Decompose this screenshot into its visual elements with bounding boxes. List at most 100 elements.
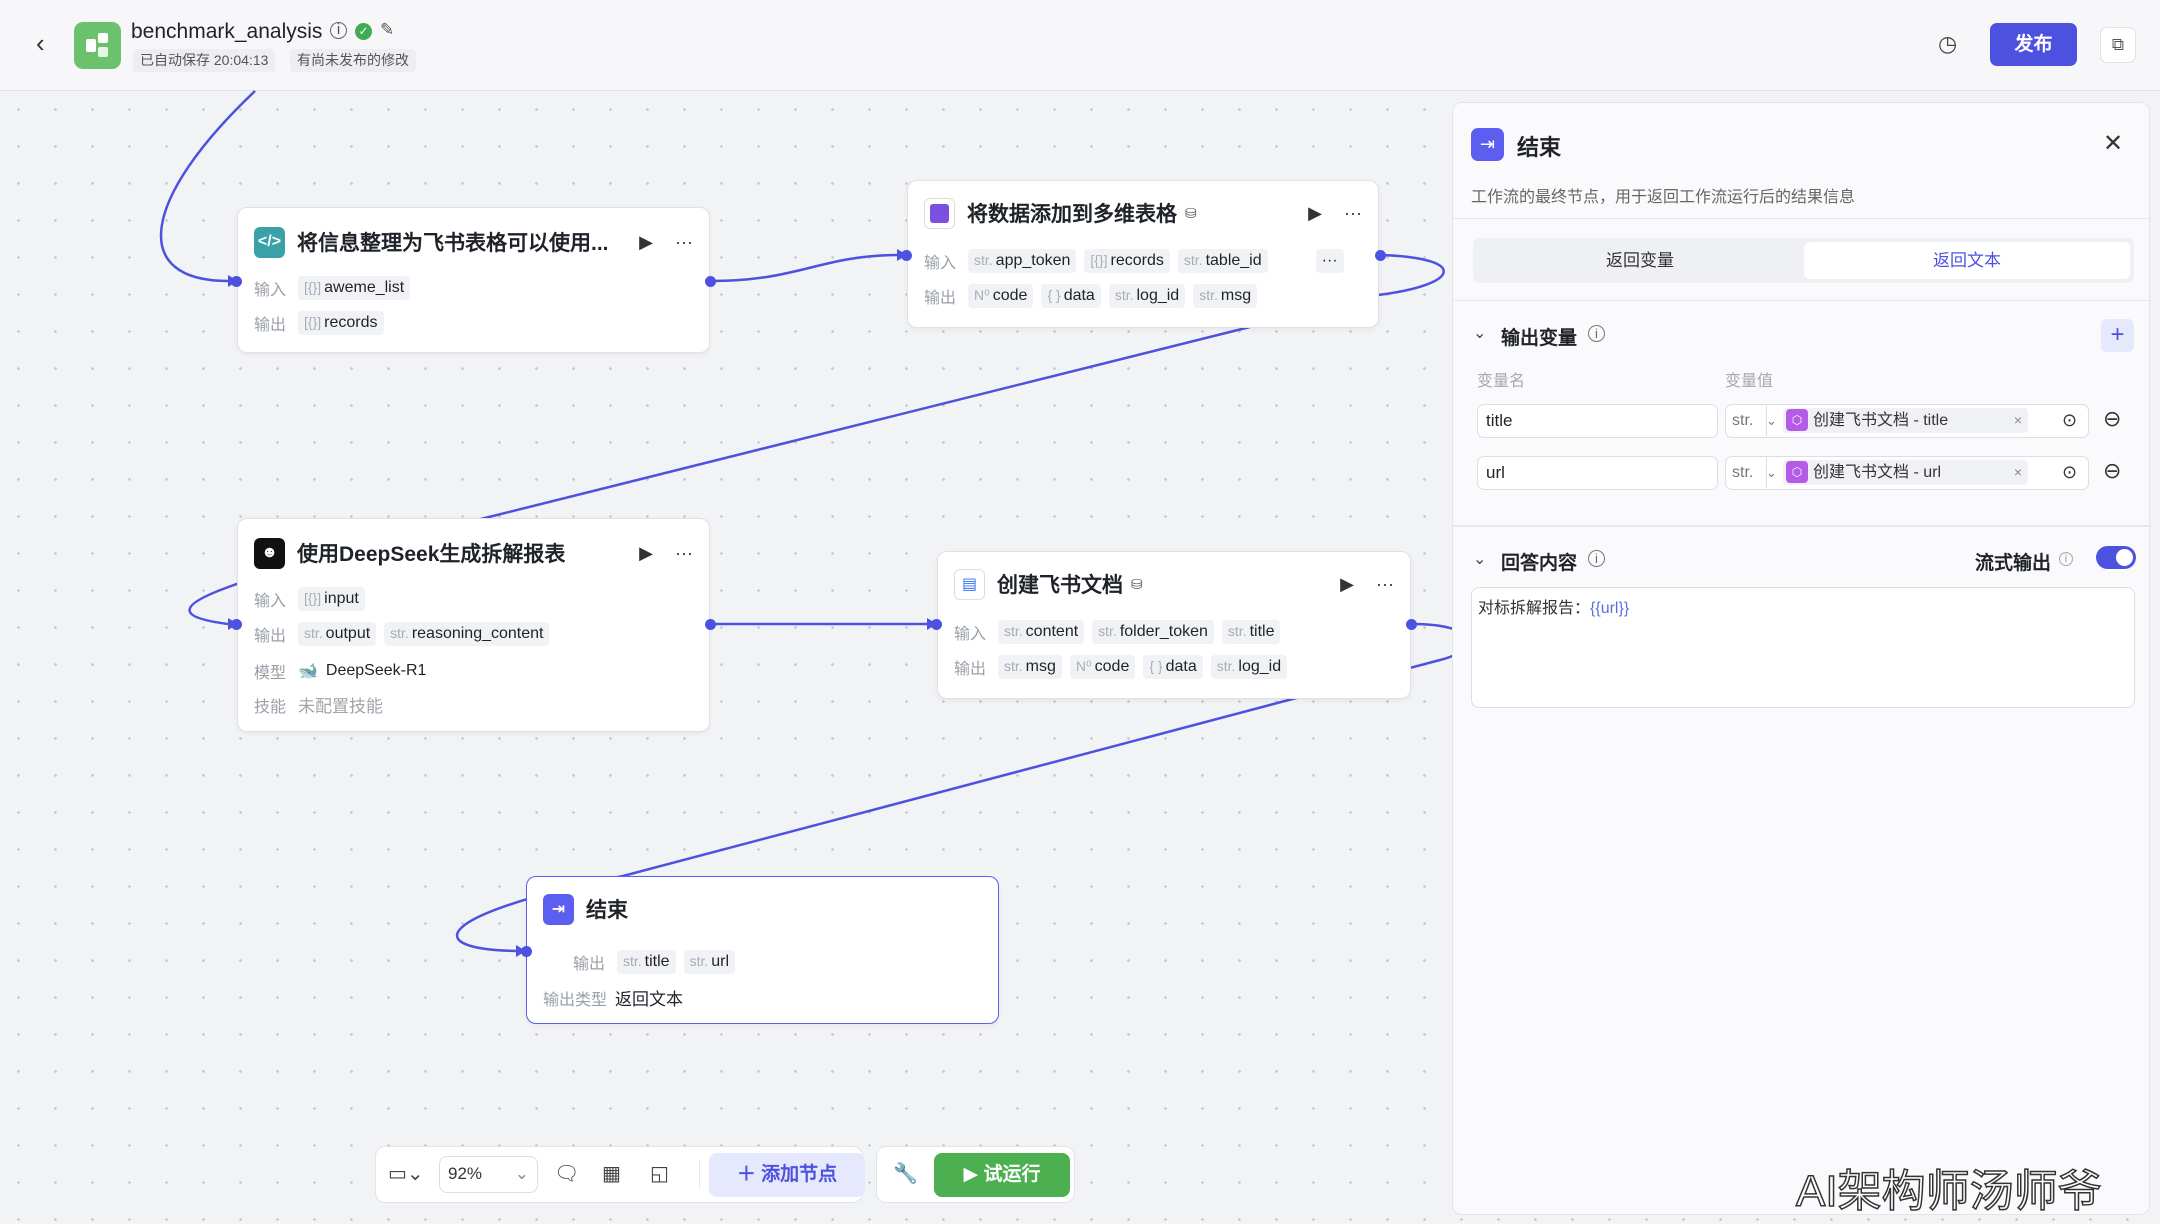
chevron-down-icon[interactable]: ⌄ — [1473, 323, 1486, 343]
node-title: 将信息整理为飞书表格可以使用... — [297, 232, 609, 255]
output-type-value: 返回文本 — [615, 990, 684, 1009]
type-select[interactable]: str. — [1732, 457, 1753, 488]
chevron-down-icon[interactable]: ⌄ — [1473, 549, 1486, 569]
param-chip: str. title — [1221, 620, 1281, 644]
output-port[interactable] — [705, 276, 716, 287]
add-node-button[interactable]: ＋ 添加节点 — [709, 1153, 865, 1197]
info-icon[interactable]: i — [1588, 550, 1605, 567]
info-icon[interactable]: i — [1588, 325, 1605, 342]
node-end[interactable]: ⇥ 结束 输出 str. title str. url 输出类型 返回文本 — [526, 876, 999, 1024]
run-icon[interactable]: ▶ — [1340, 574, 1354, 595]
input-label: 输入 — [254, 593, 287, 610]
node-title: 使用DeepSeek生成拆解报表 — [297, 543, 566, 566]
output-section-title: 输出变量 — [1501, 328, 1578, 349]
tab-bar: 返回变量 返回文本 — [1473, 238, 2134, 283]
run-toolbar: 🔧 ▶ 试运行 — [876, 1146, 1075, 1203]
variable-value-select[interactable]: str. ⌄ ⬡ 创建飞书文档 - title × ⊙ — [1725, 404, 2089, 438]
watermark: AI架构师汤师爷 — [1795, 1166, 2102, 1217]
output-port[interactable] — [1375, 250, 1386, 261]
plugin-cube-icon: ⬡ — [1786, 461, 1808, 483]
stream-output-label: 流式输出 — [1975, 553, 2052, 574]
node-format-data[interactable]: </> 将信息整理为飞书表格可以使用... ▶ ··· 输入 [{}] aweme_… — [237, 207, 710, 353]
model-name: DeepSeek-R1 — [325, 662, 427, 679]
node-deepseek[interactable]: ☻ 使用DeepSeek生成拆解报表 ▶ ··· 输入 [{}] input 输出 … — [237, 518, 710, 732]
play-icon: ▶ — [963, 1164, 984, 1185]
variable-name-input[interactable]: url — [1477, 456, 1718, 490]
param-chip: N⁰ code — [968, 284, 1034, 308]
tab-return-variables[interactable]: 返回变量 — [1477, 242, 1803, 279]
run-icon[interactable]: ▶ — [1308, 203, 1322, 224]
chevron-down-icon: ⌄ — [514, 1164, 529, 1183]
more-icon[interactable]: ··· — [675, 232, 693, 253]
input-port[interactable] — [231, 276, 242, 287]
input-port[interactable] — [521, 946, 532, 957]
node-add-bitable[interactable]: 将数据添加到多维表格 ⛁ ▶ ··· 输入 str. app_token [{}] re… — [907, 180, 1379, 328]
run-icon[interactable]: ▶ — [639, 543, 653, 564]
type-select[interactable]: str. — [1732, 405, 1753, 436]
chevron-down-icon[interactable]: ⌄ — [1766, 457, 1777, 488]
param-chip: str. log_id — [1108, 284, 1186, 308]
layout-grid-icon[interactable]: ▦ — [602, 1161, 621, 1186]
zoom-select[interactable]: 92% ⌄ — [439, 1156, 538, 1193]
variable-picker-icon[interactable]: ⊙ — [2062, 457, 2077, 488]
clear-icon[interactable]: × — [2014, 408, 2022, 433]
output-port[interactable] — [1406, 619, 1417, 630]
param-chip: { } data — [1041, 284, 1101, 308]
output-label: 输出 — [254, 628, 287, 645]
param-chip: N⁰ code — [1069, 655, 1136, 679]
column-name-header: 变量名 — [1477, 373, 1526, 390]
more-params-button[interactable]: ··· — [1315, 249, 1344, 273]
canvas-toolbar: ▭⌄ 92% ⌄ 🗨 ▦ ◱ ＋ 添加节点 — [375, 1146, 865, 1203]
doc-icon: ▤ — [954, 568, 985, 600]
output-label: 输出 — [573, 956, 606, 973]
interaction-mode-icon[interactable]: ◱ — [650, 1161, 669, 1186]
more-icon[interactable]: ··· — [1344, 203, 1362, 224]
input-port[interactable] — [931, 619, 942, 630]
output-port[interactable] — [705, 619, 716, 630]
table-icon — [924, 197, 955, 229]
skill-label: 技能 — [254, 698, 287, 716]
wrench-icon[interactable]: 🔧 — [893, 1161, 918, 1186]
llm-icon: ☻ — [254, 537, 285, 569]
param-chip: [{}] records — [298, 311, 384, 335]
add-variable-button[interactable]: + — [2101, 319, 2134, 352]
remove-variable-icon[interactable]: ⊖ — [2103, 458, 2121, 484]
variable-reference: 创建飞书文档 - title — [1813, 412, 1949, 429]
plugin-icon: ⛁ — [1185, 204, 1197, 221]
chevron-down-icon[interactable]: ⌄ — [1766, 405, 1777, 436]
node-create-doc[interactable]: ▤ 创建飞书文档 ⛁ ▶ ··· 输入 str. content str. folder… — [937, 551, 1411, 699]
variable-name-input[interactable]: title — [1477, 404, 1718, 438]
node-title: 将数据添加到多维表格 — [967, 203, 1177, 226]
input-label: 输入 — [954, 626, 987, 643]
info-icon[interactable]: i — [2059, 552, 2073, 566]
input-port[interactable] — [231, 619, 242, 630]
run-icon[interactable]: ▶ — [639, 232, 653, 253]
comment-icon[interactable]: 🗨 — [554, 1161, 579, 1186]
clear-icon[interactable]: × — [2014, 460, 2022, 485]
stream-output-toggle[interactable] — [2096, 546, 2136, 569]
more-icon[interactable]: ··· — [1376, 574, 1394, 595]
output-type-label: 输出类型 — [543, 991, 608, 1009]
param-chip: str. table_id — [1177, 249, 1268, 273]
close-icon[interactable]: ✕ — [2103, 129, 2123, 158]
test-run-button[interactable]: ▶ 试运行 — [934, 1153, 1070, 1197]
input-port[interactable] — [901, 250, 912, 261]
end-node-panel: ⇥ 结束 ✕ 工作流的最终节点，用于返回工作流运行后的结果信息 返回变量 返回文… — [1452, 102, 2151, 1215]
plus-icon: ＋ — [736, 1164, 762, 1185]
param-chip: str. msg — [1193, 284, 1258, 308]
edge-node1-node2 — [710, 253, 901, 283]
output-label: 输出 — [954, 661, 987, 678]
minimap-icon[interactable]: ▭⌄ — [388, 1161, 424, 1186]
panel-description: 工作流的最终节点，用于返回工作流运行后的结果信息 — [1471, 189, 1856, 206]
variable-value-select[interactable]: str. ⌄ ⬡ 创建飞书文档 - url × ⊙ — [1725, 456, 2089, 490]
more-icon[interactable]: ··· — [675, 543, 693, 564]
answer-content-textarea[interactable]: 对标拆解报告：{{url}} — [1471, 587, 2135, 708]
variable-picker-icon[interactable]: ⊙ — [2062, 405, 2077, 436]
param-chip: str. content — [998, 620, 1085, 644]
tab-return-text[interactable]: 返回文本 — [1804, 242, 2130, 279]
node-title: 创建飞书文档 — [997, 574, 1123, 597]
column-value-header: 变量值 — [1725, 373, 1774, 390]
param-chip: str. msg — [998, 655, 1062, 679]
remove-variable-icon[interactable]: ⊖ — [2103, 406, 2121, 432]
param-chip: [{}] aweme_list — [298, 276, 411, 300]
